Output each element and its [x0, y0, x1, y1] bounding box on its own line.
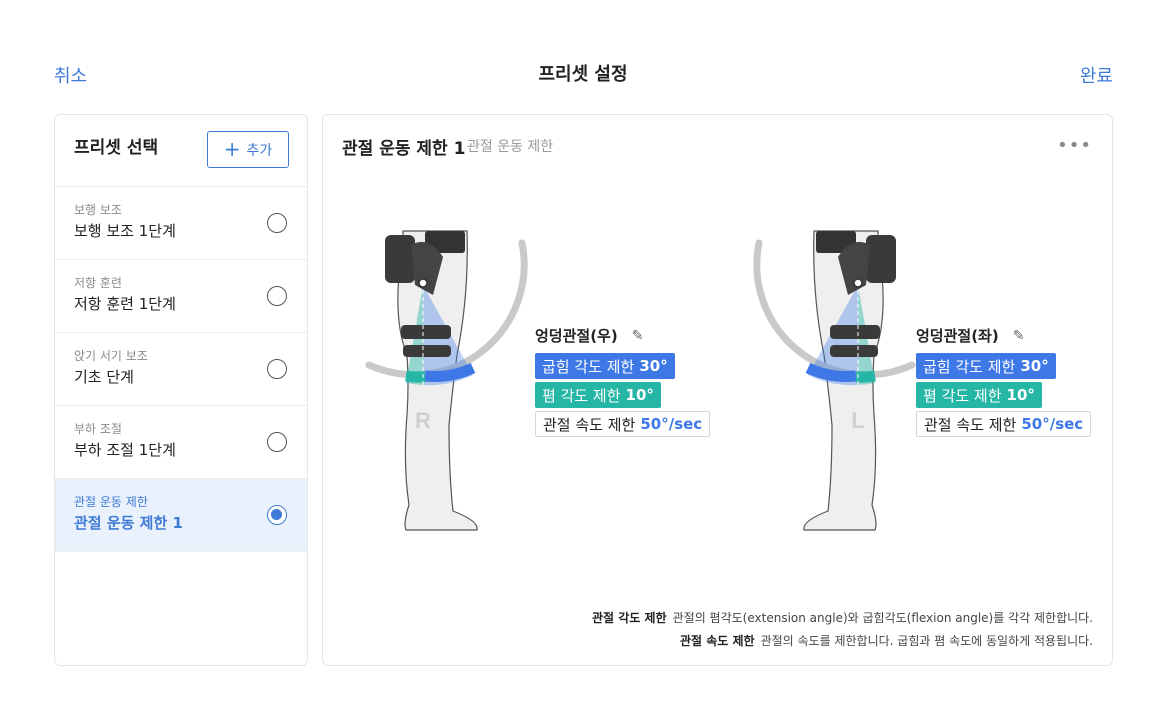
- pencil-icon[interactable]: ✎: [1013, 328, 1025, 344]
- page-title: 프리셋 설정: [538, 64, 628, 85]
- brace-thigh-strap: [401, 325, 451, 339]
- add-preset-label: 추가: [246, 142, 273, 159]
- preset-radio-selected[interactable]: [267, 505, 287, 525]
- done-button[interactable]: 완료: [1080, 62, 1113, 88]
- right-flexion-limit-tag[interactable]: 굽힘 각도 제한 30°: [535, 353, 675, 379]
- angle-limit-note: 관절 각도 제한 관절의 폄각도(extension angle)와 굽힘각도(f…: [592, 609, 1093, 626]
- left-extension-value: 10°: [1006, 386, 1035, 404]
- left-extension-limit-tag[interactable]: 폄 각도 제한 10°: [916, 382, 1042, 408]
- brace-hip-pad: [385, 235, 415, 283]
- speed-limit-term: 관절 속도 제한: [679, 634, 755, 648]
- right-flexion-label: 굽힘 각도 제한: [542, 357, 635, 376]
- right-extension-label: 폄 각도 제한: [542, 386, 621, 405]
- preset-radio[interactable]: [267, 432, 287, 452]
- preset-item[interactable]: 보행 보조 보행 보조 1단계: [55, 187, 307, 260]
- preset-detail-panel: 관절 운동 제한 1 관절 운동 제한 ••• R 엉덩관절(우) ✎ 굽힘 각…: [322, 114, 1113, 666]
- preset-category: 부하 조절: [74, 422, 122, 436]
- preset-name: 부하 조절 1단계: [74, 441, 176, 459]
- right-flexion-value: 30°: [639, 357, 668, 375]
- left-speed-value: 50°/sec: [1021, 415, 1084, 433]
- left-leg-diagram: L: [753, 230, 916, 531]
- left-flexion-value: 30°: [1020, 357, 1049, 375]
- extension-band: [405, 370, 426, 383]
- right-extension-limit-tag[interactable]: 폄 각도 제한 10°: [535, 382, 661, 408]
- speed-limit-text: 관절의 속도를 제한합니다. 굽힘과 폄 속도에 동일하게 적용됩니다.: [760, 634, 1093, 648]
- left-joint-label: 엉덩관절(좌) ✎: [916, 325, 1024, 346]
- preset-list-header: 프리셋 선택 + 추가: [55, 115, 307, 187]
- more-horizontal-icon[interactable]: •••: [1057, 135, 1092, 156]
- preset-name: 보행 보조 1단계: [74, 222, 176, 240]
- preset-item[interactable]: 앉기 서기 보조 기초 단계: [55, 333, 307, 406]
- preset-radio[interactable]: [267, 286, 287, 306]
- left-flexion-limit-tag[interactable]: 굽힘 각도 제한 30°: [916, 353, 1056, 379]
- preset-list-panel: 프리셋 선택 + 추가 보행 보조 보행 보조 1단계 저항 훈련 저항 훈련 …: [54, 114, 308, 666]
- detail-subtitle: 관절 운동 제한: [467, 139, 554, 155]
- preset-category: 앉기 서기 보조: [74, 349, 148, 363]
- left-joint-name: 엉덩관절(좌): [916, 327, 999, 345]
- brace-hip-pad: [866, 235, 896, 283]
- joint-center: [418, 278, 428, 288]
- preset-name: 저항 훈련 1단계: [74, 295, 176, 313]
- preset-item[interactable]: 저항 훈련 저항 훈련 1단계: [55, 260, 307, 333]
- extension-band: [855, 370, 876, 383]
- preset-radio[interactable]: [267, 359, 287, 379]
- add-preset-button[interactable]: + 추가: [207, 131, 289, 168]
- preset-list-title: 프리셋 선택: [74, 138, 159, 158]
- preset-radio[interactable]: [267, 213, 287, 233]
- preset-name: 관절 운동 제한 1: [74, 514, 183, 532]
- side-letter-l: L: [851, 408, 864, 433]
- preset-category: 보행 보조: [74, 203, 122, 217]
- right-leg-diagram: R: [365, 230, 528, 531]
- pencil-icon[interactable]: ✎: [632, 328, 644, 344]
- left-speed-label: 관절 속도 제한: [924, 415, 1017, 434]
- side-letter-r: R: [415, 408, 431, 433]
- joint-center: [853, 278, 863, 288]
- speed-limit-note: 관절 속도 제한 관절의 속도를 제한합니다. 굽힘과 폄 속도에 동일하게 적용…: [680, 632, 1093, 649]
- angle-limit-text: 관절의 폄각도(extension angle)와 굽힘각도(flexion a…: [672, 611, 1093, 625]
- right-speed-label: 관절 속도 제한: [543, 415, 636, 434]
- preset-item-selected[interactable]: 관절 운동 제한 관절 운동 제한 1: [55, 479, 307, 552]
- left-flexion-label: 굽힘 각도 제한: [923, 357, 1016, 376]
- brace-knee-strap: [403, 345, 451, 357]
- plus-icon: +: [223, 136, 241, 161]
- preset-category: 관절 운동 제한: [74, 495, 148, 509]
- right-joint-name: 엉덩관절(우): [535, 327, 618, 345]
- left-speed-limit-tag[interactable]: 관절 속도 제한 50°/sec: [916, 411, 1092, 437]
- angle-limit-term: 관절 각도 제한: [592, 611, 667, 625]
- right-joint-label: 엉덩관절(우) ✎: [535, 325, 643, 346]
- detail-title: 관절 운동 제한 1: [342, 139, 466, 159]
- preset-name: 기초 단계: [74, 368, 134, 386]
- brace-thigh-strap: [830, 325, 880, 339]
- right-speed-value: 50°/sec: [640, 415, 703, 433]
- preset-item[interactable]: 부하 조절 부하 조절 1단계: [55, 406, 307, 479]
- preset-category: 저항 훈련: [74, 276, 122, 290]
- right-extension-value: 10°: [625, 386, 654, 404]
- brace-knee-strap: [830, 345, 878, 357]
- left-extension-label: 폄 각도 제한: [923, 386, 1002, 405]
- right-speed-limit-tag[interactable]: 관절 속도 제한 50°/sec: [535, 411, 711, 437]
